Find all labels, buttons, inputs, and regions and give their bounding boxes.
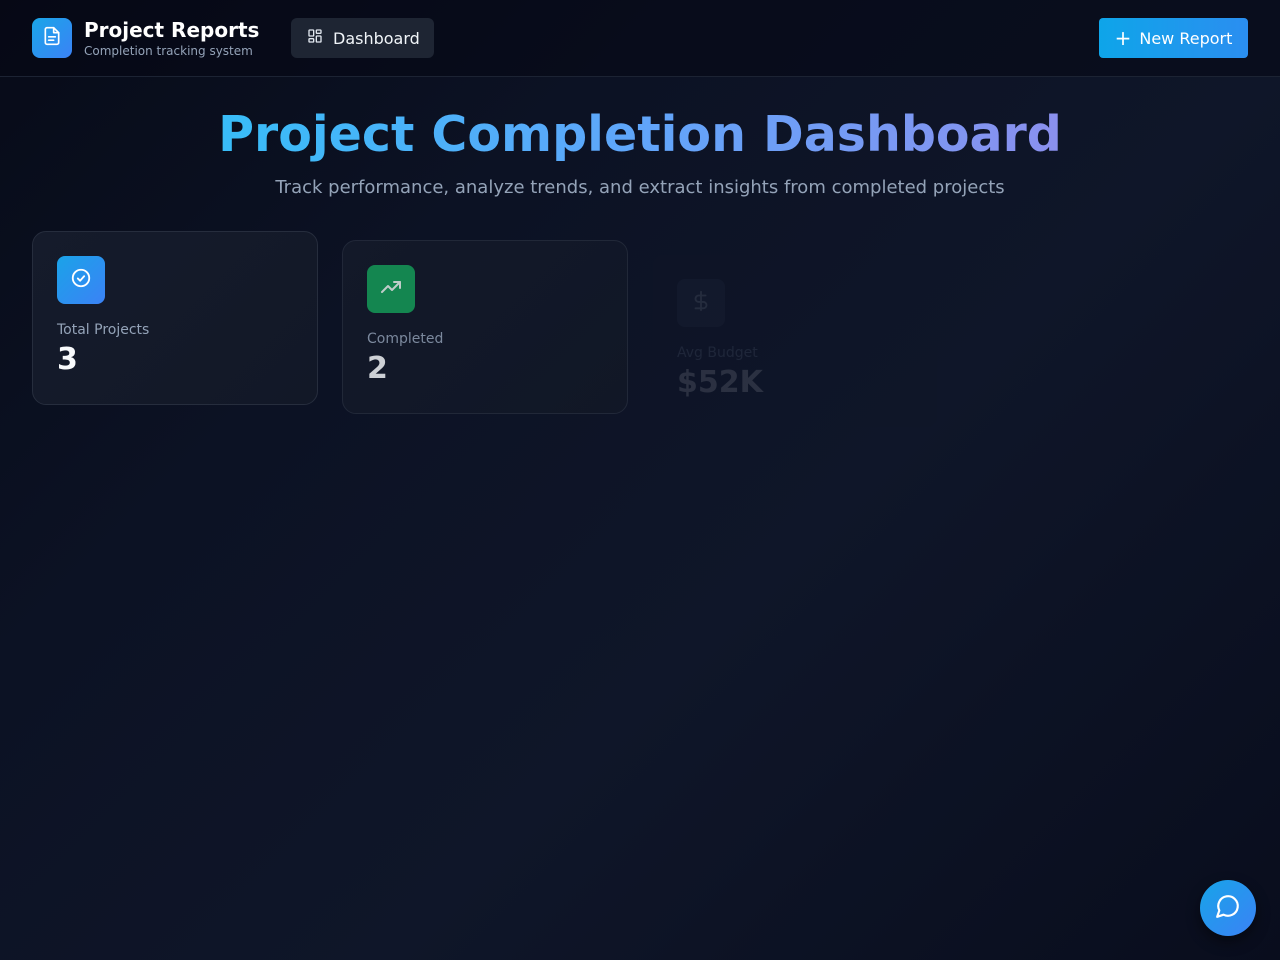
- page-subtitle: Track performance, analyze trends, and e…: [275, 177, 1005, 198]
- logo[interactable]: [32, 18, 72, 58]
- app-subtitle: Completion tracking system: [84, 44, 253, 58]
- document-icon: [42, 26, 62, 50]
- trending-up-icon: [379, 275, 403, 303]
- stat-label: Total Projects: [57, 322, 150, 338]
- chat-bubble-icon: [1215, 893, 1241, 923]
- nav-dashboard-button[interactable]: Dashboard: [291, 18, 434, 58]
- check-circle-icon: [70, 267, 92, 293]
- chat-button[interactable]: [1200, 880, 1256, 936]
- dashboard-grid-icon: [307, 28, 323, 48]
- page-title: Project Completion Dashboard: [218, 106, 1062, 163]
- stat-icon-box: [677, 279, 725, 327]
- app-title: Project Reports: [84, 18, 260, 42]
- new-report-button[interactable]: + New Report: [1099, 18, 1248, 58]
- stat-icon-box: [367, 265, 415, 313]
- new-report-label: New Report: [1139, 28, 1233, 48]
- stat-card-avg-budget: Avg Budget $52K: [652, 254, 938, 428]
- nav-dashboard-label: Dashboard: [333, 28, 420, 48]
- top-bar: Project Reports Completion tracking syst…: [0, 0, 1280, 77]
- stat-card-completed: Completed 2: [342, 240, 628, 414]
- stat-icon-box: [57, 256, 105, 304]
- stat-value: 3: [57, 342, 78, 377]
- stat-label: Avg Budget: [677, 345, 758, 361]
- stat-value: $52K: [677, 365, 763, 400]
- stat-label: Completed: [367, 331, 444, 347]
- stat-card-total-projects: Total Projects 3: [32, 231, 318, 405]
- dollar-icon: [690, 290, 712, 316]
- plus-icon: +: [1114, 26, 1132, 50]
- stat-value: 2: [367, 351, 388, 386]
